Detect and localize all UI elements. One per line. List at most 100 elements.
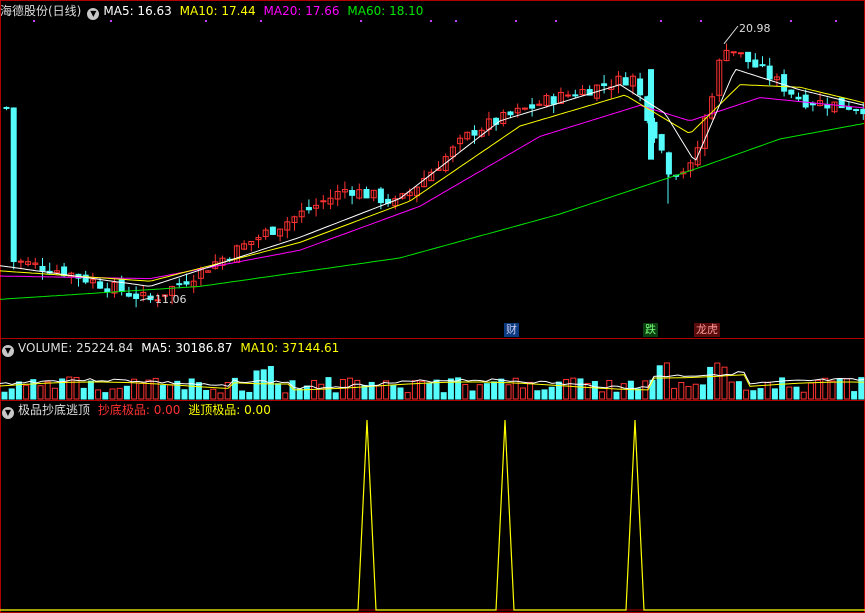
candle-body: [82, 274, 89, 283]
volume-bar: [786, 386, 793, 400]
volume-bar: [534, 390, 541, 400]
stock-title: 海德股份(日线): [0, 4, 82, 18]
volume-bar: [260, 369, 267, 400]
volume-bar: [354, 379, 361, 400]
candle-body: [507, 111, 514, 116]
price-header: 海德股份(日线) ▼ MA5: 16.63 MA10: 17.44 MA20: 17…: [0, 2, 427, 20]
volume-bar: [375, 385, 382, 400]
volume-bar: [577, 378, 584, 400]
volume-bar: [743, 389, 750, 400]
volume-bar: [390, 384, 397, 400]
candle-body: [363, 188, 370, 199]
volume-bar: [138, 382, 145, 400]
volume-bar: [613, 391, 620, 400]
finance-marker[interactable]: 财: [504, 323, 519, 337]
candle-body: [788, 89, 795, 95]
candle-body: [795, 96, 802, 100]
volume-bar: [80, 387, 87, 400]
ma10-line: [0, 84, 865, 282]
top-dot: [430, 20, 432, 22]
dragon-tiger-marker[interactable]: 龙虎: [694, 323, 720, 337]
ma5-label: MA5: 16.63: [103, 4, 172, 18]
candle-body: [766, 65, 773, 80]
volume-bar: [714, 362, 721, 400]
top-dot: [660, 20, 662, 22]
ma60-line: [0, 122, 865, 300]
candle-body: [183, 281, 190, 285]
candle-body: [637, 78, 644, 96]
volume-bar: [527, 381, 534, 400]
volume-bar: [548, 386, 555, 400]
volume-header: ▼ VOLUME: 25224.84 MA5: 30186.87 MA10: 37…: [0, 339, 343, 357]
candle-body: [133, 293, 140, 299]
top-dot: [555, 20, 557, 22]
volume-bar: [275, 383, 282, 400]
volume-title: VOLUME: 25224.84: [18, 341, 134, 355]
volume-bar: [123, 385, 130, 400]
collapse-icon[interactable]: ▼: [87, 8, 100, 20]
volume-bar: [728, 381, 735, 400]
volume-bar: [1, 391, 8, 400]
volume-bar: [656, 365, 663, 400]
stock-chart-canvas[interactable]: [0, 0, 865, 613]
candle-body: [320, 200, 327, 203]
candle-body: [745, 51, 752, 63]
collapse-icon[interactable]: ▼: [2, 407, 14, 419]
candle-body: [802, 94, 809, 108]
volume-bar: [44, 381, 51, 400]
top-dot: [790, 20, 792, 22]
volume-bar: [318, 383, 325, 400]
volume-ma10-label: MA10: 37144.61: [240, 341, 340, 355]
volume-bar: [671, 387, 678, 400]
ma10-label: MA10: 17.44: [179, 4, 256, 18]
volume-bar: [757, 388, 764, 400]
volume-bar: [440, 392, 447, 400]
top-dot: [700, 20, 702, 22]
candle-body: [125, 293, 132, 297]
bottom-signal-label: 抄底极品: 0.00: [97, 403, 181, 417]
candle-body: [853, 109, 860, 112]
top-dot: [260, 20, 262, 22]
candle-body: [176, 283, 183, 286]
volume-bar: [620, 383, 627, 400]
top-dot: [360, 20, 362, 22]
volume-bar: [476, 384, 483, 400]
volume-bar: [109, 388, 116, 400]
top-dot: [455, 20, 457, 22]
volume-bar: [750, 390, 757, 400]
drop-marker[interactable]: 跌: [643, 323, 658, 337]
volume-bar: [692, 383, 699, 400]
volume-bar: [793, 386, 800, 400]
volume-bar: [303, 385, 310, 400]
candle-body: [648, 69, 654, 160]
chart-border: [0, 0, 865, 613]
volume-bar: [627, 380, 634, 400]
indicator-header: ▼ 极品抄底逃顶 抄底极品: 0.00 逃顶极品: 0.00: [0, 401, 275, 419]
volume-bar: [858, 377, 865, 400]
volume-bar: [246, 391, 253, 400]
volume-bar: [203, 389, 210, 400]
volume-bar: [282, 392, 289, 400]
candle-body: [471, 130, 478, 136]
candle-body: [665, 152, 672, 175]
volume-bar: [570, 377, 577, 400]
candle-body: [529, 104, 536, 109]
candle-body: [39, 266, 46, 272]
candle-body: [550, 96, 557, 105]
candle-body: [572, 94, 579, 97]
volume-bar: [188, 378, 195, 400]
volume-bar: [851, 391, 858, 400]
volume-bar: [253, 370, 260, 400]
volume-bar: [829, 380, 836, 400]
volume-bar: [361, 384, 368, 400]
candle-body: [97, 281, 104, 289]
volume-bar: [102, 392, 109, 400]
low-price-label: 11.06: [155, 293, 187, 306]
candle-body: [752, 59, 759, 68]
volume-bar: [555, 381, 562, 400]
volume-bar: [37, 385, 44, 400]
collapse-icon[interactable]: ▼: [2, 345, 14, 357]
volume-bar: [239, 390, 246, 400]
volume-bar: [771, 388, 778, 400]
volume-bar: [599, 391, 606, 400]
